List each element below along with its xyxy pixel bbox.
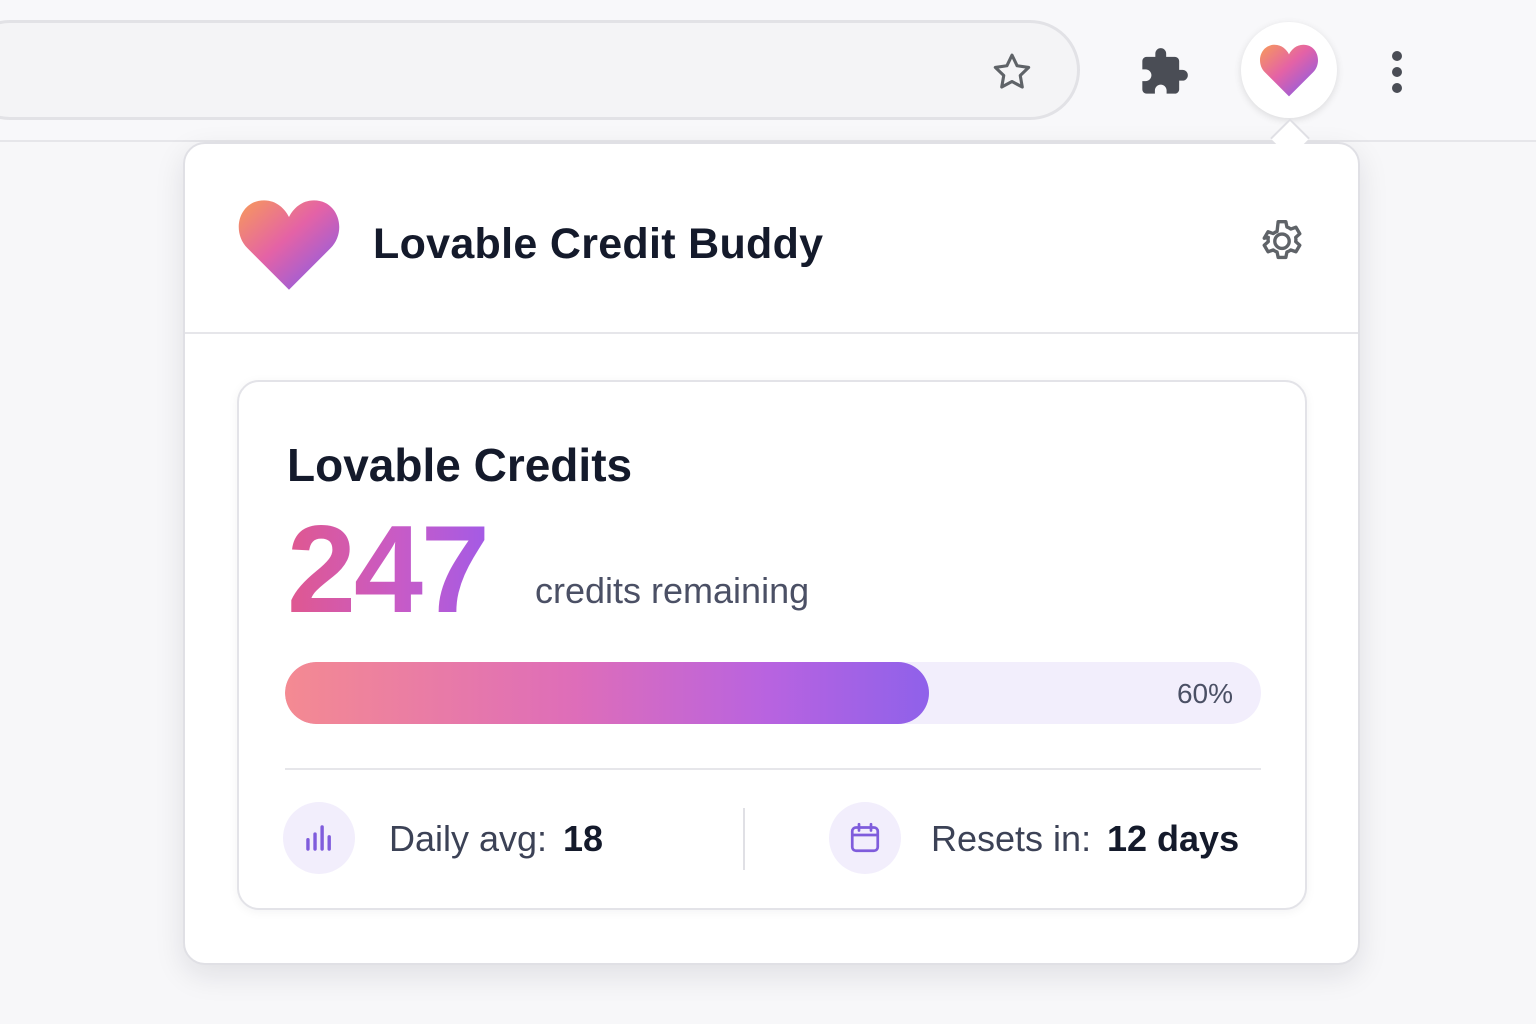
calendar-icon	[850, 822, 880, 853]
bar-chart-icon	[306, 825, 331, 851]
daily-avg-icon-badge	[283, 802, 355, 874]
progress-percent-label: 60%	[1176, 678, 1233, 709]
address-bar[interactable]	[0, 20, 1080, 120]
popup-title: Lovable Credit Buddy	[373, 220, 824, 268]
daily-avg-value: 18	[563, 818, 604, 859]
browser-menu-button[interactable]	[1380, 44, 1414, 100]
lovable-extension-button[interactable]	[1241, 22, 1337, 118]
resets-icon-badge	[829, 802, 901, 874]
daily-avg-label: Daily avg:	[389, 818, 548, 859]
card-divider	[285, 768, 1261, 770]
browser-toolbar	[0, 0, 1536, 142]
extension-popup: Lovable Credit Buddy Lovable Credits 247…	[183, 142, 1360, 965]
credits-remaining-value: 247	[287, 501, 490, 639]
credits-progress-bar: 60%	[285, 662, 1261, 724]
gear-icon	[1262, 219, 1302, 260]
extensions-button[interactable]	[1134, 42, 1194, 102]
credits-remaining-label: credits remaining	[535, 570, 810, 611]
star-icon	[993, 53, 1031, 89]
credits-card: Lovable Credits 247 credits remaining 60…	[237, 380, 1307, 910]
kebab-menu-icon	[1392, 51, 1402, 93]
bookmark-button[interactable]	[985, 45, 1039, 99]
resets-in-label: Resets in:	[931, 818, 1092, 859]
puzzle-icon	[1142, 48, 1188, 94]
card-title: Lovable Credits	[287, 439, 633, 491]
settings-button[interactable]	[1253, 214, 1311, 272]
stats-separator	[743, 808, 745, 870]
progress-fill	[285, 662, 930, 724]
resets-in-value: 12 days	[1107, 818, 1240, 859]
heart-logo-icon	[238, 200, 340, 290]
popup-header: Lovable Credit Buddy	[185, 144, 1358, 334]
heart-icon	[1260, 44, 1318, 97]
